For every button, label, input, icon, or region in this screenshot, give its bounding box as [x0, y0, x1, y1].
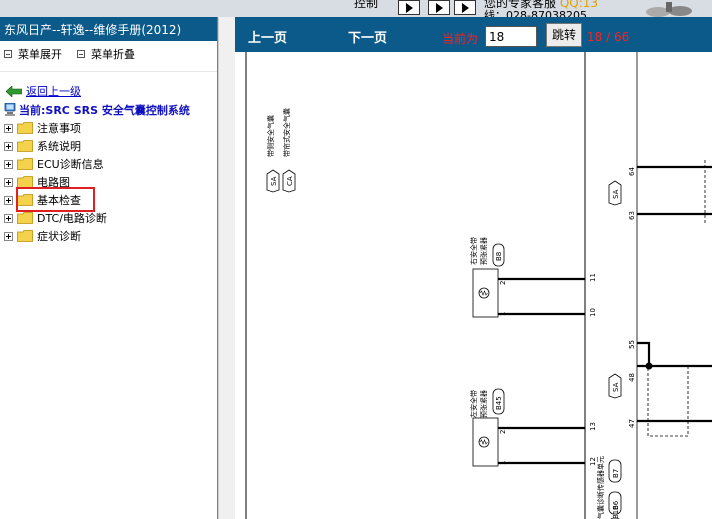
legend-sa-tag: SA: [270, 176, 278, 186]
document-viewer: 上一页 下一页 当前为 跳转 18 / 66 SA 带侧安全气囊 CA 带帘式安…: [235, 17, 712, 519]
left-nav-panel: 东风日产--轩逸--维修手册(2012) 菜单展开 菜单折叠 返回上一级 当前:…: [0, 17, 218, 519]
left-pretensioner: 左安全带 预张紧器 B45 2 1 13 12: [469, 388, 597, 467]
sa-tag: SA: [612, 382, 620, 392]
expand-label: 菜单展开: [18, 48, 62, 61]
collapse-icon: [77, 50, 85, 58]
current-page-label: 当前为: [442, 32, 479, 46]
tree-item-notes[interactable]: 注意事项: [4, 119, 107, 137]
airbag-unit-labels: 气囊诊断传感器单元 B7 B6 B16: [596, 456, 622, 519]
unit-label: 气囊诊断传感器单元: [596, 456, 605, 519]
expand-plus-icon[interactable]: [4, 141, 13, 151]
tree-item-label: ECU诊断信息: [37, 158, 104, 171]
legend-ca: CA 带帘式安全气囊: [282, 108, 296, 193]
pin-number: 63: [628, 211, 636, 220]
right-pretensioner-label-2: 预张紧器: [479, 237, 488, 265]
back-label: 返回上一级: [26, 85, 81, 98]
pin-number: 64: [628, 167, 636, 176]
expand-plus-icon[interactable]: [4, 231, 13, 241]
expand-plus-icon[interactable]: [4, 195, 13, 205]
divider: [0, 71, 217, 72]
computer-icon: [4, 103, 16, 116]
phone-text: 线：028-87038205: [484, 9, 587, 17]
back-link[interactable]: 返回上一级: [6, 83, 81, 99]
mascot-icon: [646, 2, 692, 17]
tree-item-label: 注意事项: [37, 122, 81, 135]
prev-page-button[interactable]: 上一页: [248, 27, 287, 46]
menu-toggle-row: 菜单展开 菜单折叠: [0, 46, 218, 62]
wire-number: 12: [589, 457, 597, 466]
section-tree: 注意事项 系统说明 ECU诊断信息 电路图 基本检查 DTC/电路诊断 症状诊断: [4, 119, 107, 245]
upper-connector: 64 63 SA: [608, 52, 712, 519]
pin-label: 2: [499, 430, 507, 434]
right-pretensioner-label-1: 右安全带: [469, 237, 478, 265]
left-pretensioner-label-2: 预张紧器: [479, 390, 488, 418]
menu-collapse-button[interactable]: 菜单折叠: [77, 46, 135, 62]
wire-number: 10: [589, 308, 597, 317]
connector-b8-label: B8: [495, 252, 503, 261]
folder-icon: [17, 158, 33, 170]
menu-expand-button[interactable]: 菜单展开: [4, 46, 62, 62]
pin-number: 55: [628, 340, 636, 349]
selection-highlight: [16, 187, 95, 212]
tree-item-symptom-diagnosis[interactable]: 症状诊断: [4, 227, 107, 245]
folder-icon: [17, 230, 33, 242]
pin-number: 47: [628, 419, 636, 428]
back-arrow-icon: [6, 85, 22, 97]
page-count: 18 / 66: [587, 30, 630, 44]
tree-item-label: 系统说明: [37, 140, 81, 153]
pin-label: 2: [499, 281, 507, 285]
dashed-module: [647, 365, 689, 437]
connector-b45-label: B45: [495, 396, 503, 410]
expand-plus-icon[interactable]: [4, 177, 13, 187]
play-button-3[interactable]: [454, 0, 476, 15]
connector-b16-label: B16: [612, 505, 620, 519]
tree-item-label: DTC/电路诊断: [37, 212, 107, 225]
wire-number: 13: [589, 422, 597, 431]
tree-item-system-description[interactable]: 系统说明: [4, 137, 107, 155]
folder-icon: [17, 212, 33, 224]
connector-b7-label: B7: [612, 469, 620, 478]
expand-plus-icon[interactable]: [4, 159, 13, 169]
collapse-label: 菜单折叠: [91, 48, 135, 61]
pin-number: 48: [628, 373, 636, 382]
wiring-diagram: SA 带侧安全气囊 CA 带帘式安全气囊 右安全带 预张紧器 B8 2 1 11: [245, 52, 712, 519]
legend-ca-tag: CA: [286, 176, 294, 186]
folder-icon: [17, 122, 33, 134]
next-page-button[interactable]: 下一页: [348, 27, 387, 46]
right-pretensioner: 右安全带 预张紧器 B8 2 1 11 10: [469, 237, 597, 318]
folder-icon: [17, 140, 33, 152]
middle-connector: 55 48 47 SA: [608, 340, 712, 437]
current-section: 当前:SRC SRS 安全气囊控制系统: [4, 102, 190, 118]
top-banner: 控制 您的专家客服 QQ:13 线：028-87038205: [0, 0, 712, 17]
expand-plus-icon[interactable]: [4, 123, 13, 133]
expand-icon: [4, 50, 12, 58]
page-number-input[interactable]: [485, 26, 537, 47]
jump-button[interactable]: 跳转: [546, 23, 582, 47]
play-button[interactable]: [398, 0, 420, 15]
splitter-bar[interactable]: [218, 17, 235, 519]
legend-ca-text: 带帘式安全气囊: [282, 108, 291, 157]
wire-number: 11: [589, 273, 597, 282]
current-section-label: 当前:SRC SRS 安全气囊控制系统: [19, 104, 190, 117]
expand-plus-icon[interactable]: [4, 213, 13, 223]
legend-sa: SA 带侧安全气囊: [266, 115, 280, 193]
tree-item-ecu-diagnosis[interactable]: ECU诊断信息: [4, 155, 107, 173]
play-button-2[interactable]: [428, 0, 450, 15]
manual-title: 东风日产--轩逸--维修手册(2012): [0, 17, 217, 41]
sa-tag: SA: [612, 189, 620, 199]
tree-item-label: 症状诊断: [37, 230, 81, 243]
control-label: 控制: [354, 0, 379, 10]
left-pretensioner-label-1: 左安全带: [469, 390, 478, 418]
legend-sa-text: 带侧安全气囊: [266, 115, 275, 157]
viewer-toolbar: 上一页 下一页 当前为 跳转 18 / 66: [235, 17, 712, 52]
